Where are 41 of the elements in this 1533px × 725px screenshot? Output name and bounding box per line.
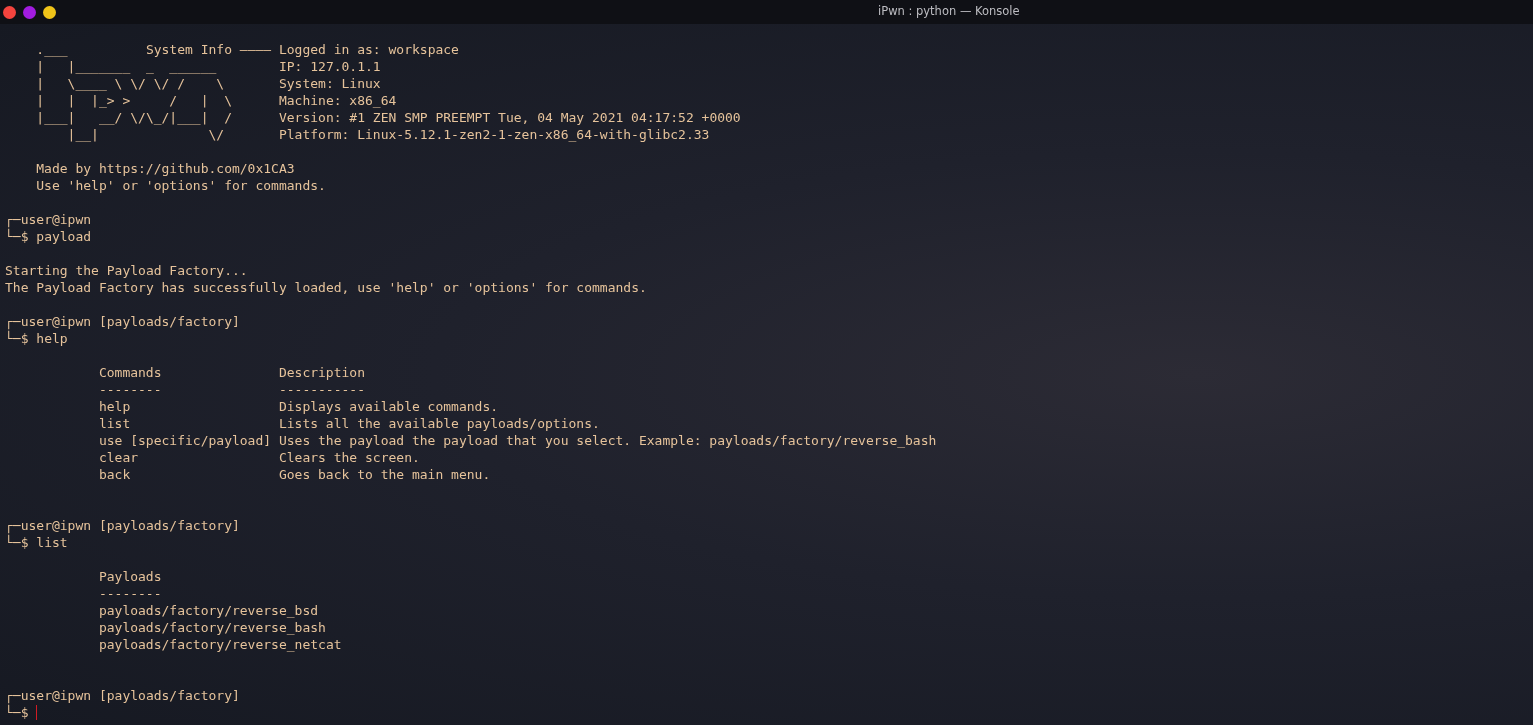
terminal-line: The Payload Factory has successfully loaded, use 'help' or 'options' for commands. xyxy=(5,279,648,296)
command-line: └─$ list xyxy=(5,534,68,551)
table-cell-text: payloads/factory/reverse_bash xyxy=(98,619,327,636)
prompt-line: ┌─user@ipwn [payloads/factory] xyxy=(5,313,241,330)
command-line: └─$ xyxy=(5,704,29,721)
prompt-line: ┌─user@ipwn xyxy=(5,211,93,228)
terminal-line: Machine: x86_64 xyxy=(278,92,398,109)
header-rule: ----------- xyxy=(278,381,366,398)
command-line: └─$ help xyxy=(5,330,68,347)
table-cell-text: clear xyxy=(98,449,140,466)
table-cell-text: payloads/factory/reverse_bsd xyxy=(98,602,320,619)
table-cell-text: Goes back to the main menu. xyxy=(278,466,492,483)
table-cell-text: list xyxy=(98,415,132,432)
window-title: iPwn : python — Konsole xyxy=(878,4,1020,18)
terminal-line: IP: 127.0.1.1 xyxy=(278,58,382,75)
terminal-line: System: Linux xyxy=(278,75,382,92)
table-cell-text: Lists all the available payloads/options. xyxy=(278,415,601,432)
prompt-line: ┌─user@ipwn [payloads/factory] xyxy=(5,517,241,534)
terminal-line: Use 'help' or 'options' for commands. xyxy=(36,177,327,194)
table-cell-text: back xyxy=(98,466,132,483)
terminal-line: Version: #1 ZEN SMP PREEMPT Tue, 04 May 2021 04:17:52 +0000 xyxy=(278,109,741,126)
table-cell: payloads/factory/reverse_netcat xyxy=(98,636,342,653)
terminal-line: Starting the Payload Factory... xyxy=(5,262,249,279)
table-cell-text: Clears the screen. xyxy=(278,449,421,466)
terminal-line: Platform: Linux-5.12.1-zen2-1-zen-x86_64-with-glibc2.33 xyxy=(278,126,711,143)
header-rule: -------- xyxy=(98,381,163,398)
window-control-button[interactable] xyxy=(43,5,56,19)
terminal-line: Made by https://github.com/0x1CA3 xyxy=(36,160,296,177)
table-cell: Uses the payload the payload that you select. Example: payloads/factory/reverse_bash xyxy=(278,432,937,449)
table-cell: use [specific/payload] xyxy=(98,432,272,449)
window-control-button[interactable] xyxy=(3,5,16,19)
terminal-line: Logged in as: workspace xyxy=(278,41,460,58)
prompt-line: ┌─user@ipwn [payloads/factory] xyxy=(5,687,241,704)
column-header: Description xyxy=(278,364,366,381)
command-line: └─$ payload xyxy=(5,228,92,245)
header-rule: -------- xyxy=(98,585,163,602)
table-cell-text: Displays available commands. xyxy=(278,398,500,415)
ascii-art: .___ System Info ———— | |_______ _ ______ | \____ \ \/ \/ / \ | | |_> > / | \ |___| __/ \/\_/|___| / |__| \/ xyxy=(35,41,273,143)
column-header: Payloads xyxy=(98,568,163,585)
column-header: Commands xyxy=(98,364,163,381)
table-cell-text: help xyxy=(98,398,132,415)
